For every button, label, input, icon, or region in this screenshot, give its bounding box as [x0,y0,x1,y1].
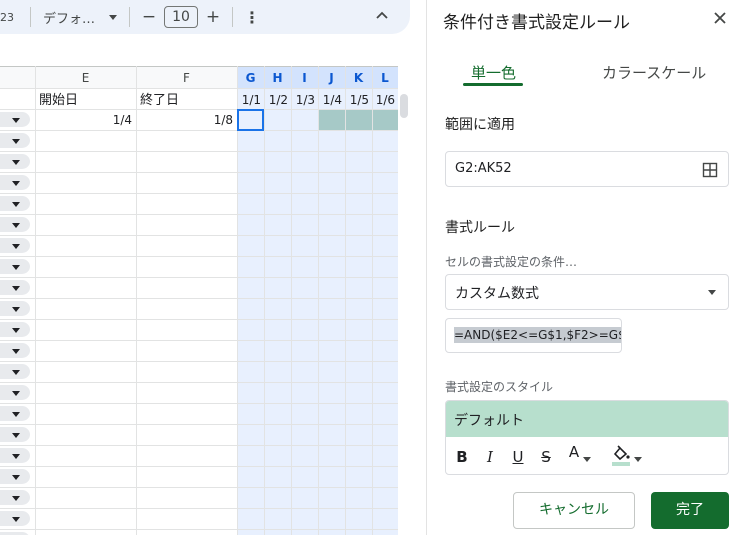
column-header-K: K [354,71,364,85]
text-color-icon: A [568,443,580,461]
column-header-J: J [328,71,333,85]
column-header-E: E [82,71,90,85]
cell-E1: 開始日 [39,93,78,108]
underline-button[interactable]: U [507,446,529,468]
apply-range-value: G2:AK52 [455,161,512,176]
done-button[interactable]: 完了 [651,492,729,529]
column-header-I: I [302,71,306,85]
style-preview[interactable]: デフォルト [446,401,728,437]
format-style-box: デフォルト B I U S A [445,400,729,475]
fill-color-icon[interactable] [610,443,632,467]
style-preview-text: デフォルト [454,413,524,429]
range-highlight [237,88,398,535]
apply-range-input[interactable]: G2:AK52 [445,151,729,187]
custom-formula-input[interactable]: =AND($E2<=G$1,$F2>=G$1) [445,318,622,353]
select-range-icon[interactable] [702,162,718,178]
column-header-L: L [381,71,389,85]
cell-date-header: 1/3 [296,93,315,107]
selected-column-headers [237,66,398,88]
tab-color-scale[interactable]: カラースケール [602,62,706,83]
italic-button[interactable]: I [479,446,501,468]
custom-formula-value: =AND($E2<=G$1,$F2>=G$1) [454,327,621,343]
format-rules-label: 書式ルール [445,220,515,236]
tab-single-color[interactable]: 単一色 [471,62,516,83]
sheet-grid[interactable]: E F G H I J K L 開始日 終了日 1/1 1/2 1/3 1/4 1/5 1/6 1/4 1/8 [0,0,410,535]
scrollbar-thumb[interactable] [400,94,408,118]
chevron-down-icon [583,457,591,462]
column-header-G: G [246,71,256,85]
condition-select[interactable]: カスタム数式 [445,274,729,310]
cancel-button[interactable]: キャンセル [513,492,635,529]
active-tab-indicator [463,83,523,86]
apply-range-label: 範囲に適用 [445,117,515,133]
strikethrough-button[interactable]: S [535,446,557,468]
column-header-F: F [183,71,190,85]
style-label: 書式設定のスタイル [445,380,554,394]
cell-date-header: 1/5 [350,93,369,107]
cell-date-header: 1/4 [323,93,342,107]
spreadsheet-area: 23 デフォ… − 10 + ⋮ E F G H I J K L 開始日 終了日 1/1 1/2 1/3… [0,0,426,535]
cell-date-header: 1/1 [242,93,261,107]
cell-date-header: 1/6 [376,93,395,107]
condition-label: セルの書式設定の条件… [445,255,578,269]
vertical-scrollbar[interactable] [398,66,410,535]
column-header-H: H [272,71,282,85]
chevron-down-icon [634,457,642,462]
condition-value: カスタム数式 [455,286,539,302]
chevron-down-icon [708,290,716,295]
bold-button[interactable]: B [451,446,473,468]
conditional-format-panel: 条件付き書式設定ルール 単一色 カラースケール 範囲に適用 G2:AK52 書式… [426,0,751,535]
panel-title: 条件付き書式設定ルール [443,13,630,33]
cell-F2: 1/8 [214,113,233,127]
cell-E2: 1/4 [113,113,132,127]
conditional-highlight-cells [318,109,398,130]
cell-date-header: 1/2 [269,93,288,107]
text-color-button[interactable]: A [563,441,585,463]
close-icon[interactable] [710,8,730,28]
cell-F1: 終了日 [140,92,179,108]
